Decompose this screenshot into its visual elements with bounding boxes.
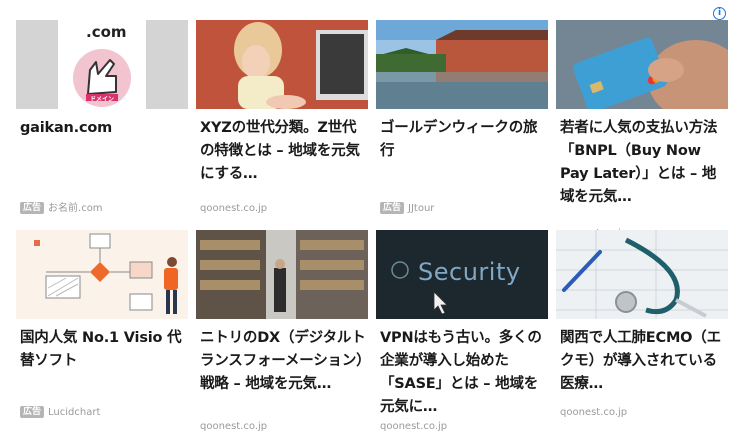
source-name: JJtour: [408, 203, 435, 214]
card-thumbnail: [556, 20, 728, 109]
thumb-security-text: Security: [418, 258, 521, 286]
source-name: お名前.com: [48, 203, 103, 214]
thumb-domain-sub: ドメイン: [90, 96, 115, 103]
card-thumbnail: [556, 230, 728, 319]
article-card-ecmo[interactable]: 関西で人工肺ECMO（エクモ）が導入されている医療… qoonest.co.jp: [556, 230, 728, 440]
article-card-bnpl[interactable]: 若者に人気の支払い方法「BNPL（Buy Now Pay Later）」とは –…: [556, 20, 728, 239]
ad-badge: 広告: [20, 202, 45, 214]
card-source-name: qoonest.co.jp: [200, 203, 268, 214]
card-source-name: qoonest.co.jp: [200, 421, 268, 432]
card-title[interactable]: ゴールデンウィークの旅行: [380, 117, 548, 163]
card-thumbnail: [16, 230, 188, 319]
ad-badge: 広告: [20, 406, 45, 418]
card-title[interactable]: XYZの世代分類。Z世代の特徴とは – 地域を元気にする…: [200, 117, 368, 186]
card-title[interactable]: 若者に人気の支払い方法「BNPL（Buy Now Pay Later）」とは –…: [560, 117, 728, 209]
card-title[interactable]: VPNはもう古い。多くの企業が導入し始めた「SASE」とは – 地域を元気に…: [380, 327, 548, 419]
card-title[interactable]: 国内人気 No.1 Visio 代替ソフト: [20, 327, 188, 373]
thumb-domain-text: .com: [86, 23, 127, 41]
card-source: 広告 お名前.com: [20, 202, 103, 216]
card-thumbnail: Security: [376, 230, 548, 319]
card-source: 広告 JJtour: [380, 202, 434, 216]
card-thumbnail: [196, 230, 368, 319]
card-source-name: qoonest.co.jp: [560, 407, 628, 418]
card-thumbnail: [376, 20, 548, 109]
card-title[interactable]: ニトリのDX（デジタルトランスフォーメーション）戦略 – 地域を元気…: [200, 327, 368, 396]
card-source: 広告 Lucidchart: [20, 406, 100, 420]
ad-card-lucidchart[interactable]: 国内人気 No.1 Visio 代替ソフト 広告 Lucidchart: [16, 230, 188, 440]
source-name: Lucidchart: [48, 407, 101, 418]
article-card-xyz-generation[interactable]: XYZの世代分類。Z世代の特徴とは – 地域を元気にする… qoonest.co…: [196, 20, 368, 220]
ad-badge: 広告: [380, 202, 405, 214]
card-thumbnail: [196, 20, 368, 109]
recommendation-grid: .com ドメイン gaikan.com 広告 お名前.com XYZの世代分類。…: [0, 0, 740, 446]
card-title[interactable]: gaikan.com: [20, 117, 188, 140]
article-card-sase[interactable]: Security VPNはもう古い。多くの企業が導入し始めた「SASE」とは –…: [376, 230, 548, 440]
card-source-name: qoonest.co.jp: [380, 421, 448, 432]
ad-card-golden-week[interactable]: ゴールデンウィークの旅行 広告 JJtour: [376, 20, 548, 220]
ad-card-gaikan[interactable]: .com ドメイン gaikan.com 広告 お名前.com: [16, 20, 188, 220]
card-thumbnail: .com ドメイン: [16, 20, 188, 109]
article-card-nitori-dx[interactable]: ニトリのDX（デジタルトランスフォーメーション）戦略 – 地域を元気… qoon…: [196, 230, 368, 440]
card-title[interactable]: 関西で人工肺ECMO（エクモ）が導入されている医療…: [560, 327, 728, 396]
